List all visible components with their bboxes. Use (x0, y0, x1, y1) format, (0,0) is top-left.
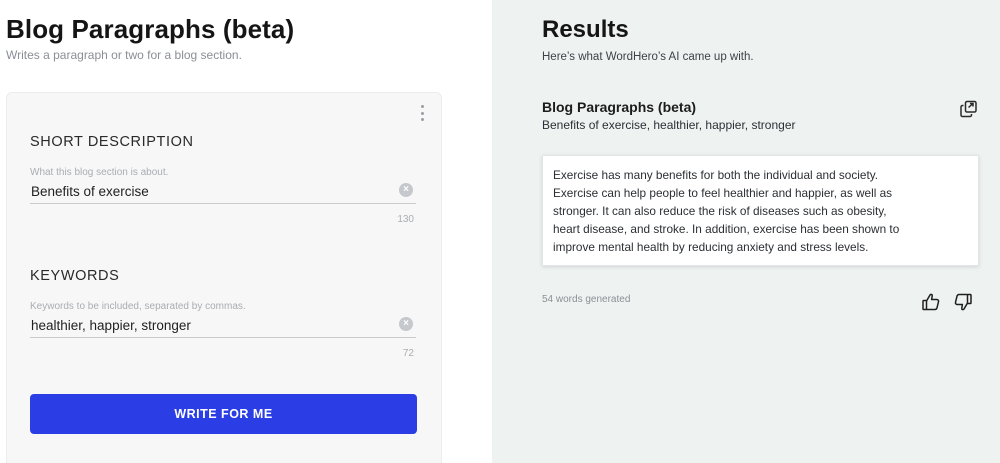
short-description-hint: What this blog section is about. (30, 167, 169, 178)
result-line: Exercise can help people to feel healthi… (553, 186, 893, 200)
kebab-dot (420, 111, 424, 115)
page-subtitle: Writes a paragraph or two for a blog sec… (6, 48, 242, 62)
short-description-counter: 130 (397, 214, 414, 225)
result-line: heart disease, and stroke. In addition, … (553, 222, 900, 236)
results-title: Results (542, 16, 629, 43)
short-description-label: SHORT DESCRIPTION (30, 134, 194, 150)
clear-short-description-icon[interactable]: × (399, 183, 413, 197)
thumbs-up-icon[interactable] (921, 292, 941, 312)
result-line: stronger. It can also reduce the risk of… (553, 204, 887, 218)
kebab-dot (420, 105, 424, 108)
write-for-me-button[interactable]: WRITE FOR ME (30, 394, 417, 434)
results-subtitle: Here’s what WordHero’s AI came up with. (542, 51, 754, 63)
copy-icon[interactable] (959, 99, 979, 119)
clear-keywords-icon[interactable]: × (399, 317, 413, 331)
keywords-hint: Keywords to be included, separated by co… (30, 301, 246, 312)
keywords-counter: 72 (402, 348, 414, 359)
words-generated-count: 54 words generated (542, 294, 631, 305)
kebab-menu-icon[interactable] (414, 104, 430, 122)
thumbs-down-icon[interactable] (953, 292, 973, 312)
result-line: Exercise has many benefits for both the … (553, 168, 879, 182)
kebab-dot (420, 118, 424, 121)
result-keywords: Benefits of exercise, healthier, happier… (542, 118, 796, 132)
page-title: Blog Paragraphs (beta) (6, 14, 295, 44)
input-panel: Blog Paragraphs (beta) Writes a paragrap… (0, 0, 492, 463)
result-heading: Blog Paragraphs (beta) (542, 99, 697, 115)
keywords-input[interactable] (30, 314, 416, 338)
result-line: improve mental health by reducing anxiet… (553, 240, 869, 254)
keywords-label: KEYWORDS (30, 268, 120, 284)
result-text-box[interactable]: Exercise has many benefits for both the … (542, 155, 979, 266)
short-description-input[interactable] (30, 180, 416, 204)
